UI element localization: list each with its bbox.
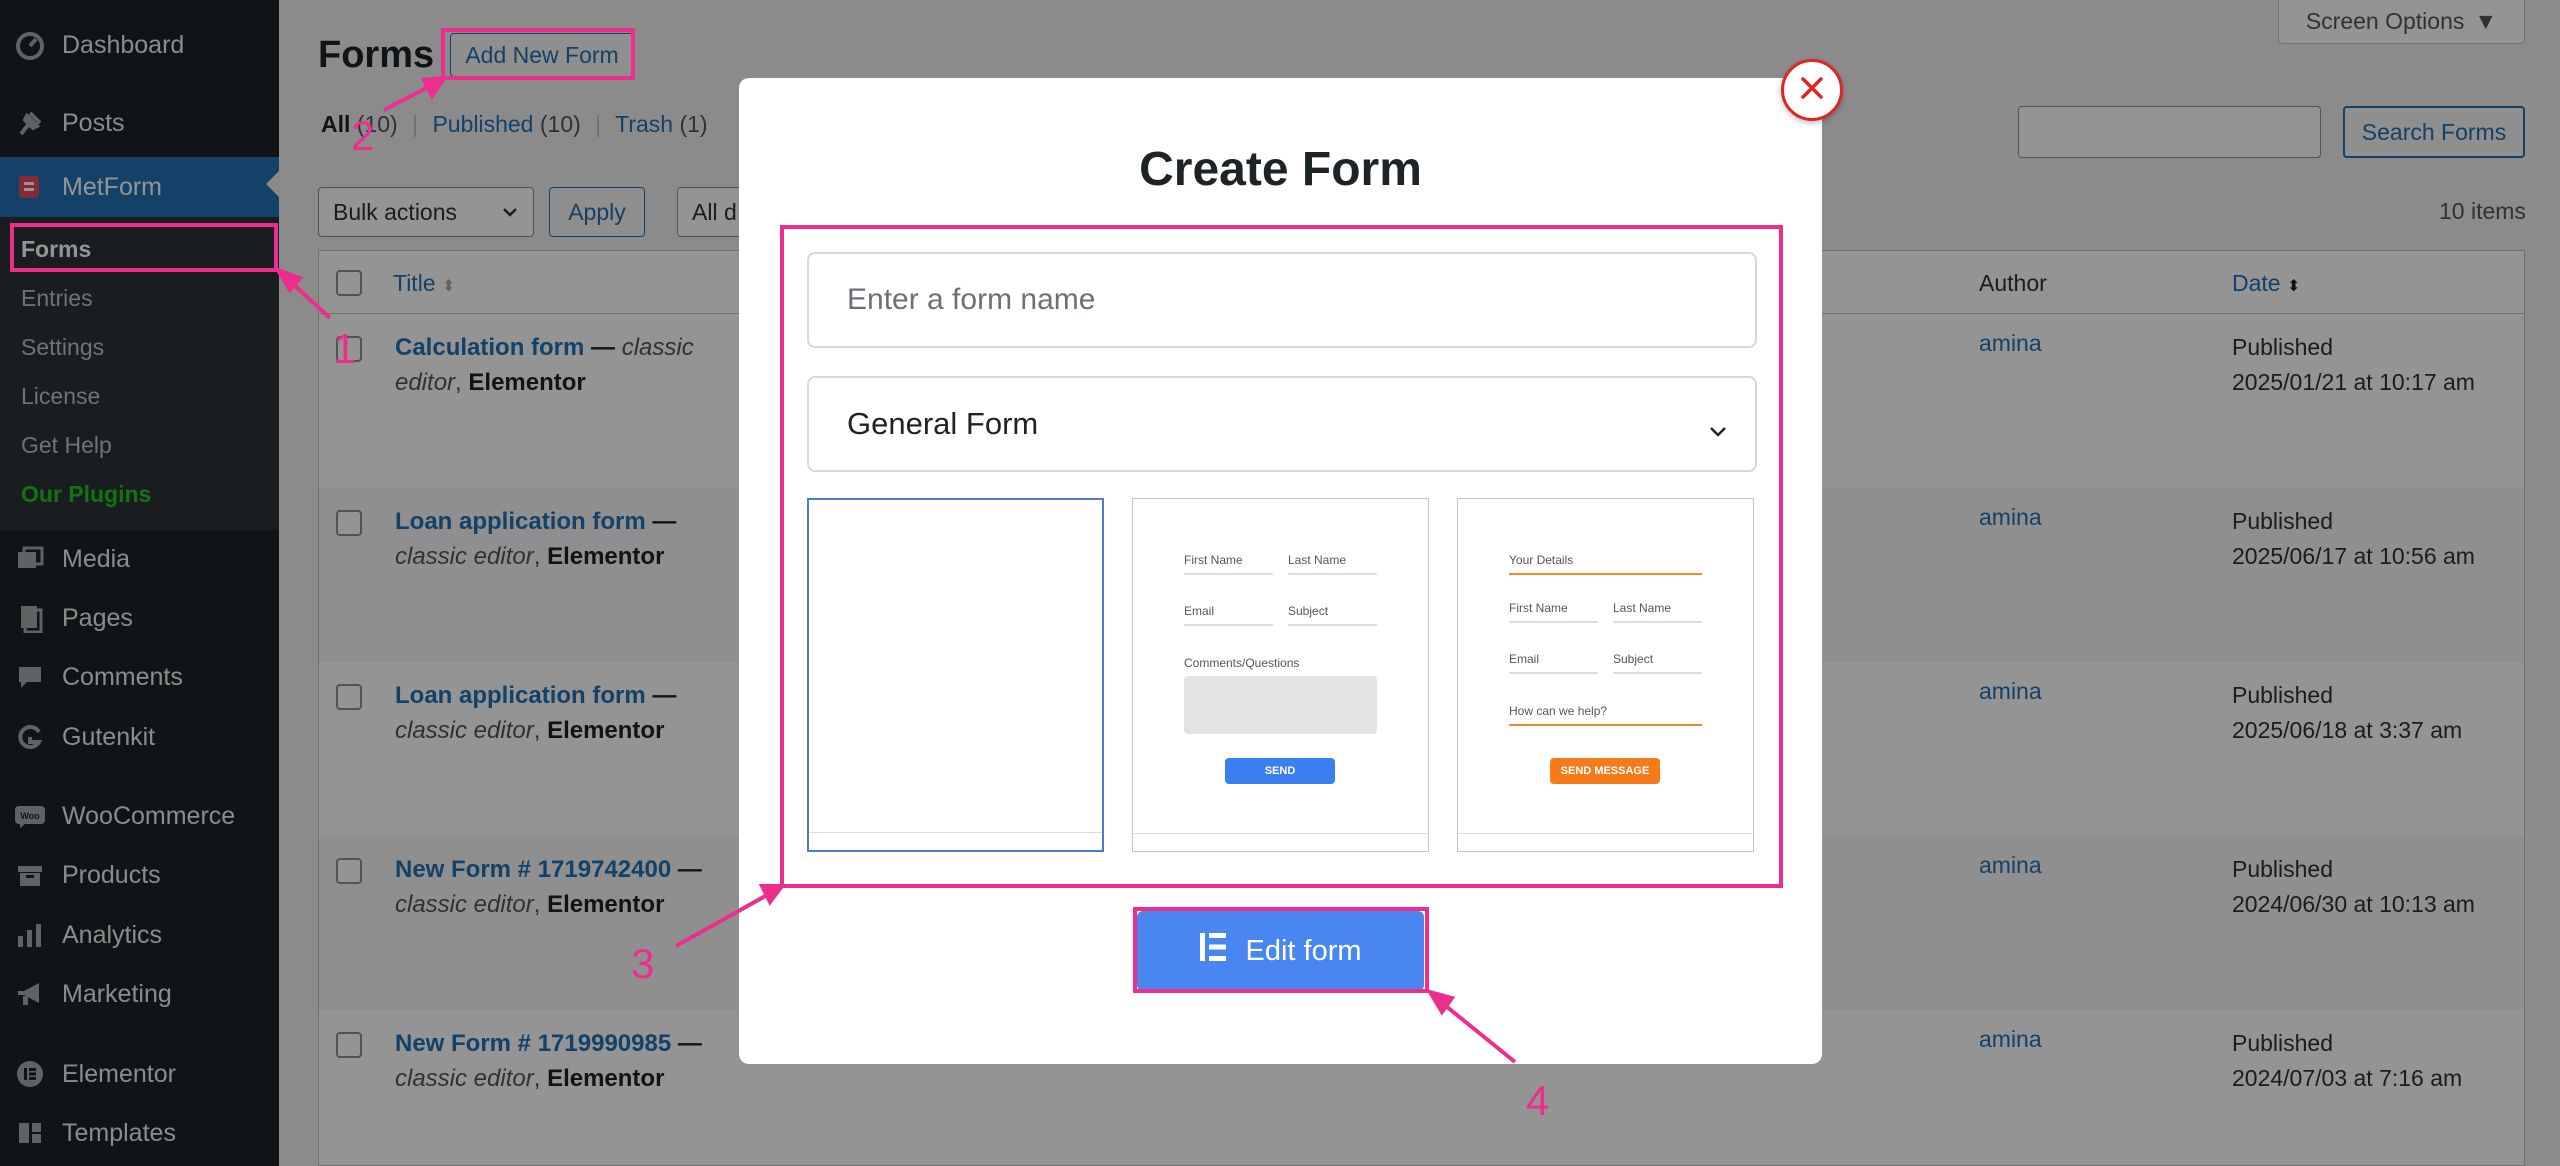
annotation-number-3: 3: [631, 940, 655, 987]
annotation-arrowhead-2: [420, 75, 449, 100]
annotation-number-1: 1: [333, 325, 357, 372]
annotation-arrows: [273, 75, 1517, 1064]
annotation-arrow-3: [675, 888, 777, 948]
annotation-arrowhead-3: [758, 884, 786, 906]
annotation-number-2: 2: [351, 112, 375, 159]
annotation-number-4: 4: [1526, 1077, 1550, 1124]
annotation-arrow-4: [1434, 996, 1517, 1064]
